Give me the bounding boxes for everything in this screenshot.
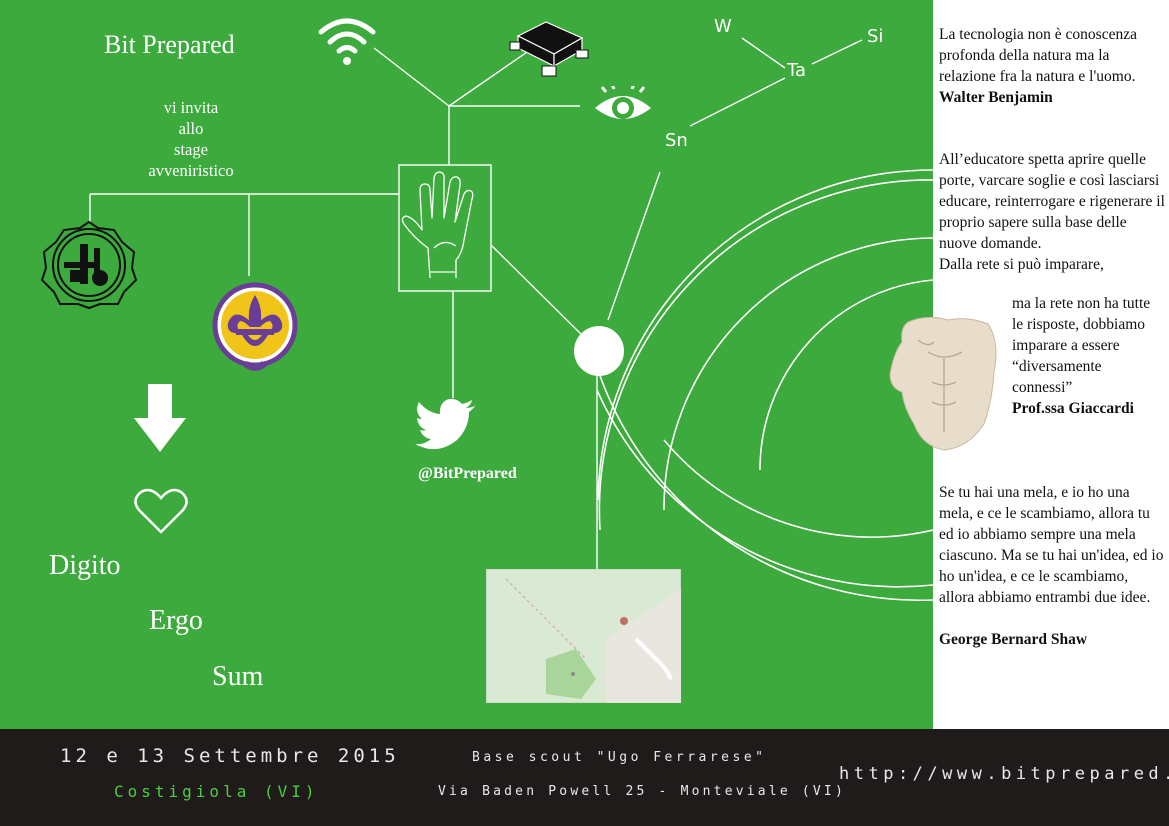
brand-title: Bit Prepared [104,30,235,59]
quote-benjamin-text: La tecnologia non è conoscenza profonda … [939,26,1137,85]
element-sn: Sn [665,130,688,151]
invite-line: stage [174,140,208,159]
heart-icon [134,488,188,534]
chip-icon [509,21,589,77]
invite-line: vi invita [163,98,219,117]
arrow-down-icon [134,384,186,452]
hub-node [574,326,624,376]
quote-benjamin-author: Walter Benjamin [939,89,1053,106]
base-address: Via Baden Powell 25 - Monteviale (VI) [438,784,846,799]
motto-line-2: Ergo [149,605,203,636]
eye-icon [595,86,651,119]
quote-benjamin: La tecnologia non è conoscenza profonda … [939,24,1165,108]
quote-giaccardi-indent: ma la rete non ha tutte le risposte, dob… [1012,293,1160,419]
element-w: W [714,16,732,37]
website-link[interactable]: http://www.bitprepared.it [839,764,1169,784]
quote-shaw: Se tu hai una mela, e io ho una mela, e … [939,482,1165,650]
quote-giaccardi: All’educatore spetta aprire quelle porte… [939,149,1167,275]
quote-shaw-author: George Bernard Shaw [939,631,1088,648]
element-si: Si [867,26,884,47]
wifi-icon [318,18,376,65]
invite-line: avveniristico [148,161,234,180]
twitter-icon[interactable] [415,398,477,452]
quote-giaccardi-indent-text: ma la rete non ha tutte le risposte, dob… [1012,295,1151,396]
event-date: 12 e 13 Settembre 2015 [60,745,400,767]
invite-text: vi invita allo stage avveniristico [130,97,252,181]
element-ta: Ta [787,60,807,81]
quote-shaw-text: Se tu hai una mela, e io ho una mela, e … [939,484,1164,606]
quote-giaccardi-mid: Dalla rete si può imparare, [939,256,1104,273]
map-image[interactable] [486,569,681,703]
motto-line-1: Digito [49,550,121,581]
quote-giaccardi-text: All’educatore spetta aprire quelle porte… [939,151,1165,252]
base-name: Base scout "Ugo Ferrarese" [472,750,767,765]
event-town: Costigiola (VI) [114,782,319,801]
hand-icon [401,171,474,279]
invite-line: allo [178,119,204,138]
twitter-handle[interactable]: @BitPrepared [418,465,517,483]
arc-1 [597,169,933,501]
agesci-emblem-icon [212,282,298,371]
quote-giaccardi-author: Prof.ssa Giaccardi [1012,400,1134,417]
torso-statue-image [889,316,997,451]
scout-emblem-icon [40,220,138,310]
motto-line-3: Sum [212,661,264,692]
